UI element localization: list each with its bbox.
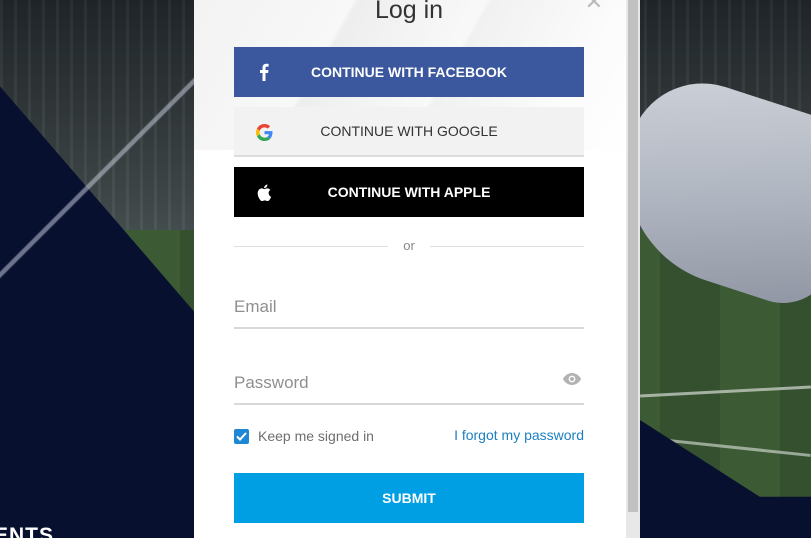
- login-modal: Log in ✕ CONTINUE WITH FACEBOOK CONTINUE…: [194, 0, 640, 538]
- keep-signed-in-label: Keep me signed in: [258, 428, 374, 444]
- continue-with-facebook-button[interactable]: CONTINUE WITH FACEBOOK: [234, 47, 584, 97]
- submit-button[interactable]: SUBMIT: [234, 473, 584, 523]
- facebook-icon: [254, 47, 274, 97]
- or-divider: or: [234, 238, 584, 256]
- modal-scrollbar[interactable]: [626, 0, 640, 538]
- keep-signed-in-checkbox[interactable]: Keep me signed in: [234, 426, 374, 446]
- modal-title: Log in: [374, 0, 444, 24]
- show-password-eye-icon[interactable]: [562, 372, 584, 390]
- facebook-button-label: CONTINUE WITH FACEBOOK: [311, 64, 507, 80]
- apple-icon: [254, 167, 274, 217]
- email-field-wrapper: [234, 287, 584, 329]
- continue-with-apple-button[interactable]: CONTINUE WITH APPLE: [234, 167, 584, 217]
- divider-line: [430, 246, 584, 247]
- continue-with-google-button[interactable]: CONTINUE WITH GOOGLE: [234, 107, 584, 157]
- close-icon[interactable]: ✕: [584, 0, 604, 13]
- forgot-password-link[interactable]: I forgot my password: [454, 427, 584, 443]
- password-input[interactable]: [234, 363, 554, 403]
- password-field-wrapper: [234, 363, 584, 405]
- diagonal-edge: [0, 60, 200, 290]
- checkbox-checked-icon[interactable]: [234, 428, 249, 444]
- scrollbar-thumb[interactable]: [628, 0, 638, 512]
- section-heading: ENTS: [0, 524, 55, 538]
- google-icon: [254, 107, 274, 157]
- apple-button-label: CONTINUE WITH APPLE: [327, 184, 491, 200]
- email-input[interactable]: [234, 287, 554, 327]
- google-button-label: CONTINUE WITH GOOGLE: [320, 123, 498, 139]
